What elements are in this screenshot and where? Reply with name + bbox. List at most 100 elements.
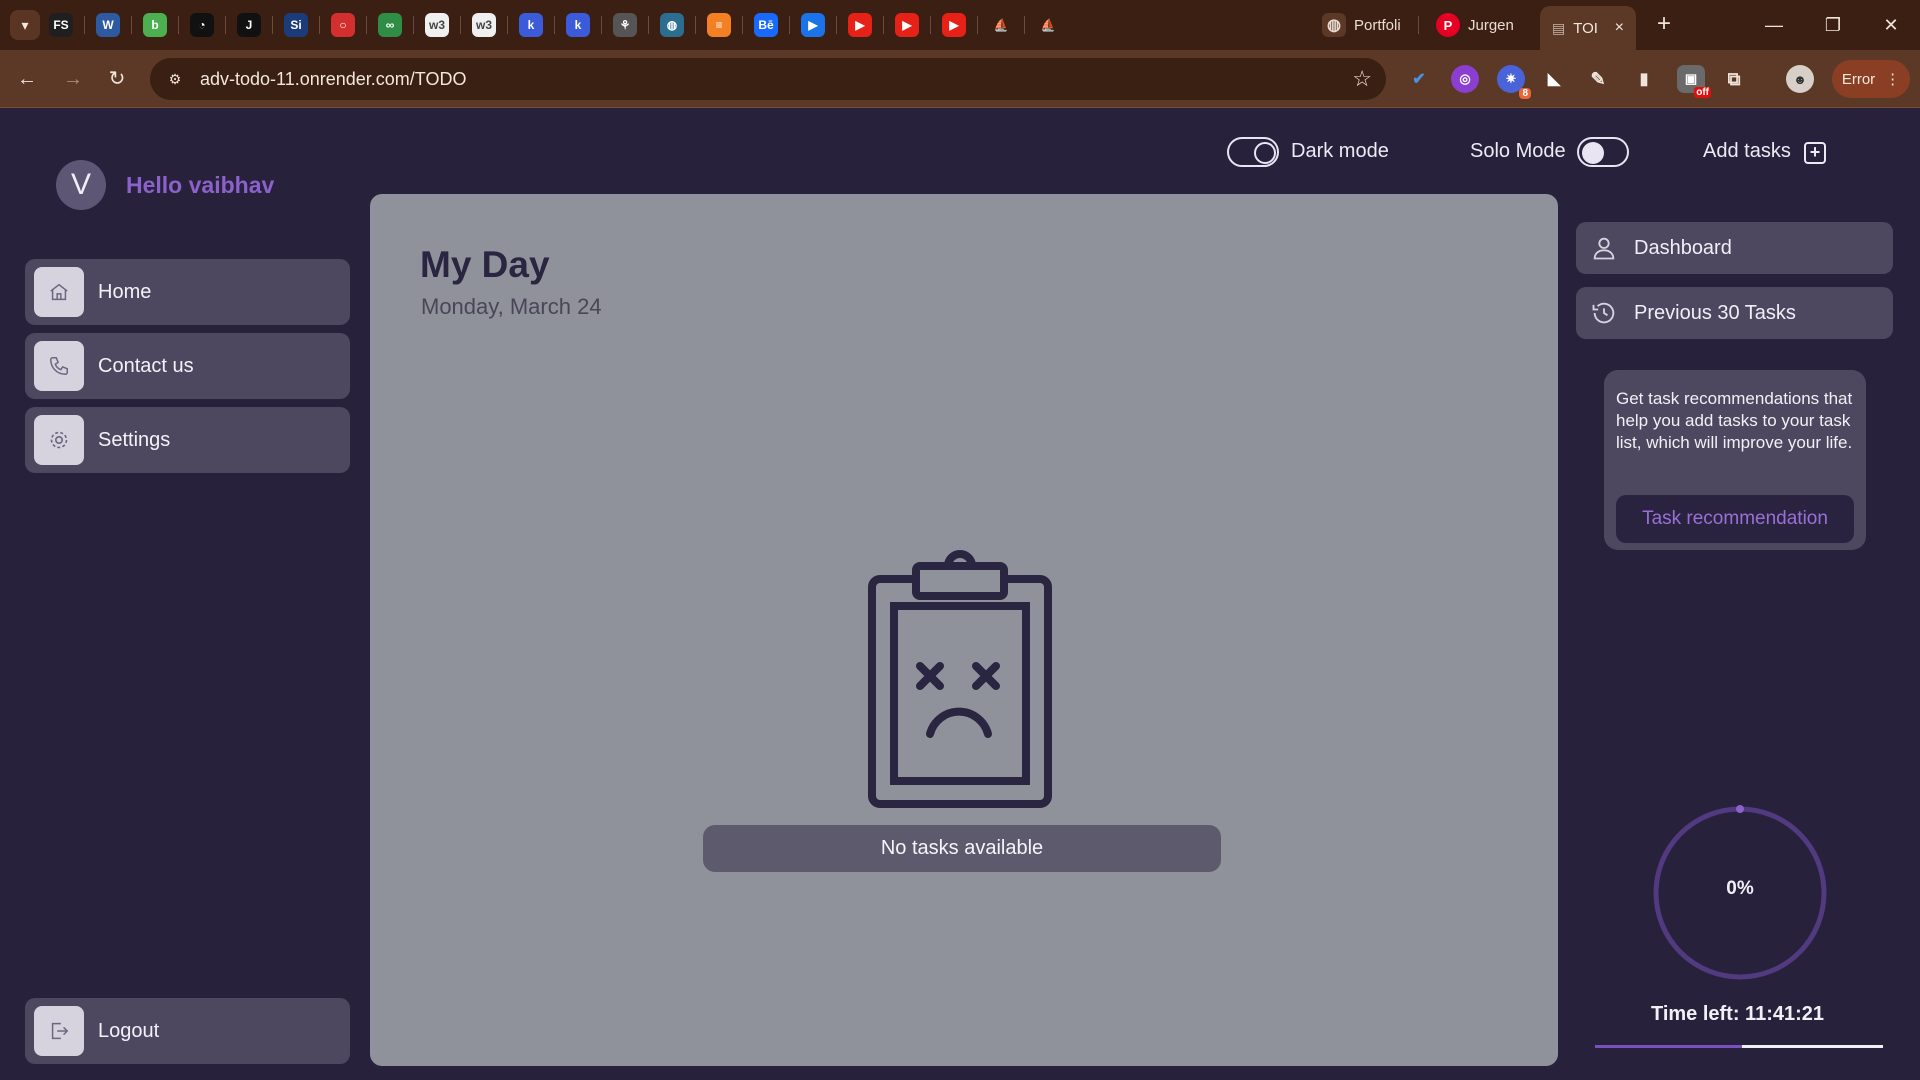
off-extension-icon[interactable]: ▣ off <box>1677 65 1711 98</box>
forward-button[interactable]: → <box>56 62 90 96</box>
stack-icon: ≡ <box>707 13 731 37</box>
pinned-tab[interactable]: k <box>519 8 543 42</box>
pinned-tab[interactable]: ▶ <box>942 8 966 42</box>
off-badge: off <box>1694 87 1711 98</box>
play-icon: ▶ <box>801 13 825 37</box>
globe-icon: ◍ <box>1322 13 1346 37</box>
new-tab-button[interactable]: + <box>1650 10 1678 40</box>
error-button[interactable]: Error ⋮ <box>1832 60 1910 98</box>
pinned-tab[interactable]: k <box>566 8 590 42</box>
add-task-icon[interactable]: + <box>1804 142 1826 164</box>
more-menu-icon[interactable]: ⋮ <box>1885 70 1900 88</box>
puzzle-extensions-icon[interactable]: ⧉ <box>1720 65 1748 93</box>
pinned-tab[interactable]: ⚘ <box>613 8 637 42</box>
pinned-tab[interactable]: ⛵ <box>1036 8 1060 42</box>
back-button[interactable]: ← <box>10 62 44 96</box>
pinned-tab[interactable]: Bē <box>754 8 778 42</box>
tab-label: Portfoli <box>1354 16 1401 34</box>
logout-icon <box>34 1006 84 1056</box>
dark-mode-label: Dark mode <box>1291 140 1389 162</box>
pinned-tab[interactable]: ▶ <box>895 8 919 42</box>
tab-search-button[interactable]: ▾ <box>10 10 40 40</box>
logout-label: Logout <box>98 1019 160 1042</box>
active-tab-label: TOI <box>1573 19 1598 37</box>
eyedropper-icon[interactable]: ✎ <box>1584 65 1612 93</box>
pinned-tab[interactable]: ◔ <box>190 8 214 42</box>
todo-app: Dark mode Solo Mode Add tasks + V Hello … <box>0 108 1920 1080</box>
tree-icon: ⚘ <box>613 13 637 37</box>
reload-button[interactable]: ↻ <box>100 62 134 96</box>
pinned-tab[interactable]: ▶ <box>801 8 825 42</box>
pinned-tab[interactable]: ≡ <box>707 8 731 42</box>
pinned-tab[interactable]: w3 <box>425 8 449 42</box>
pinned-tab[interactable]: W <box>96 8 120 42</box>
pinned-tab[interactable]: FS <box>49 8 73 42</box>
sidebar-item-contact[interactable]: Contact us <box>25 333 350 399</box>
tab-separator <box>84 16 85 34</box>
user-greeting: V Hello vaibhav <box>56 160 274 210</box>
user-icon <box>1593 237 1615 260</box>
time-left: Time left: 11:41:21 <box>1650 1003 1825 1025</box>
sidebar-item-home[interactable]: Home <box>25 259 350 325</box>
tab-separator <box>648 16 649 34</box>
youtube-icon: ▶ <box>848 13 872 37</box>
color-extension-icon[interactable]: ✷ 8 <box>1497 65 1531 99</box>
sidebar-item-settings[interactable]: Settings <box>25 407 350 473</box>
tab-separator <box>695 16 696 34</box>
hat-extension-icon[interactable]: ◣ <box>1540 65 1568 93</box>
pinned-tab[interactable]: ∞ <box>378 8 402 42</box>
task-recommendation-button[interactable]: Task recommendation <box>1616 495 1854 543</box>
pinned-tab[interactable]: b <box>143 8 167 42</box>
bookmark-star-icon[interactable]: ☆ <box>1352 66 1372 92</box>
add-tasks-label[interactable]: Add tasks <box>1703 140 1791 163</box>
solo-mode-toggle[interactable] <box>1577 137 1629 167</box>
globe-extension-icon[interactable]: ◎ <box>1451 65 1479 93</box>
w3-icon: w3 <box>472 13 496 37</box>
browser-tab-strip: ▾ FS Wb ◔ J Si ○ ∞ w3 w3 k k ⚘ ◍ ≡ Bē ▶ ▶ ▶ ▶ ⛵ ⛵ ◍ Portfoli… <box>0 0 1920 50</box>
sidebar-item-label: Contact us <box>98 354 194 377</box>
tab-separator <box>554 16 555 34</box>
dark-mode-toggle[interactable] <box>1227 137 1279 167</box>
phone-icon <box>34 341 84 391</box>
pinned-tab[interactable]: ◍ <box>660 8 684 42</box>
previous-tasks-button[interactable]: Previous 30 Tasks <box>1576 287 1893 339</box>
recommendation-text: Get task recommendations that help you a… <box>1616 389 1853 452</box>
pinned-tab[interactable]: ▶ <box>848 8 872 42</box>
tab-separator <box>742 16 743 34</box>
profile-avatar[interactable]: ☻ <box>1786 65 1814 93</box>
youtube-icon: ▶ <box>895 13 919 37</box>
pinned-tab[interactable]: w3 <box>472 8 496 42</box>
dashboard-button[interactable]: Dashboard <box>1576 222 1893 274</box>
page-title: My Day <box>420 244 550 285</box>
pinned-tab[interactable]: Si <box>284 8 308 42</box>
active-tab[interactable]: ▤ TOI × <box>1540 6 1636 50</box>
close-tab-icon[interactable]: × <box>1615 19 1624 37</box>
close-window-button[interactable]: ✕ <box>1868 8 1914 42</box>
my-day-panel: My Day Monday, March 24 No tasks availab… <box>370 194 1558 1066</box>
tab-separator <box>366 16 367 34</box>
tab-jurgen[interactable]: P Jurgen <box>1436 8 1514 42</box>
tab-portfolio[interactable]: ◍ Portfoli <box>1322 8 1401 42</box>
minimize-button[interactable]: — <box>1751 8 1797 42</box>
check-extension-icon[interactable]: ✔ <box>1405 65 1433 93</box>
sidebar-item-label: Home <box>98 280 152 303</box>
pinned-tab[interactable]: J <box>237 8 261 42</box>
maximize-button[interactable]: ❐ <box>1810 8 1856 42</box>
tab-separator <box>789 16 790 34</box>
logout-button[interactable]: Logout <box>25 998 350 1064</box>
extension-badge: 8 <box>1519 88 1531 99</box>
site-info-icon[interactable]: ⚙ <box>164 68 186 90</box>
pinned-tab[interactable]: ○ <box>331 8 355 42</box>
address-bar[interactable]: ⚙ adv-todo-11.onrender.com/TODO ☆ <box>150 58 1386 100</box>
gfg-icon: ∞ <box>378 13 402 37</box>
tab-separator <box>977 16 978 34</box>
browser-toolbar: ← → ↻ ⚙ adv-todo-11.onrender.com/TODO ☆ … <box>0 50 1920 108</box>
pinned-tab[interactable]: ⛵ <box>989 8 1013 42</box>
bookmark-extension-icon[interactable]: ▮ <box>1630 65 1658 93</box>
page-icon: ▤ <box>1552 19 1566 36</box>
grammar-icon: b <box>143 13 167 37</box>
url-text[interactable]: adv-todo-11.onrender.com/TODO <box>200 69 466 90</box>
page-date: Monday, March 24 <box>421 294 602 319</box>
si-icon: Si <box>284 13 308 37</box>
recommendation-card: Get task recommendations that help you a… <box>1604 370 1866 550</box>
